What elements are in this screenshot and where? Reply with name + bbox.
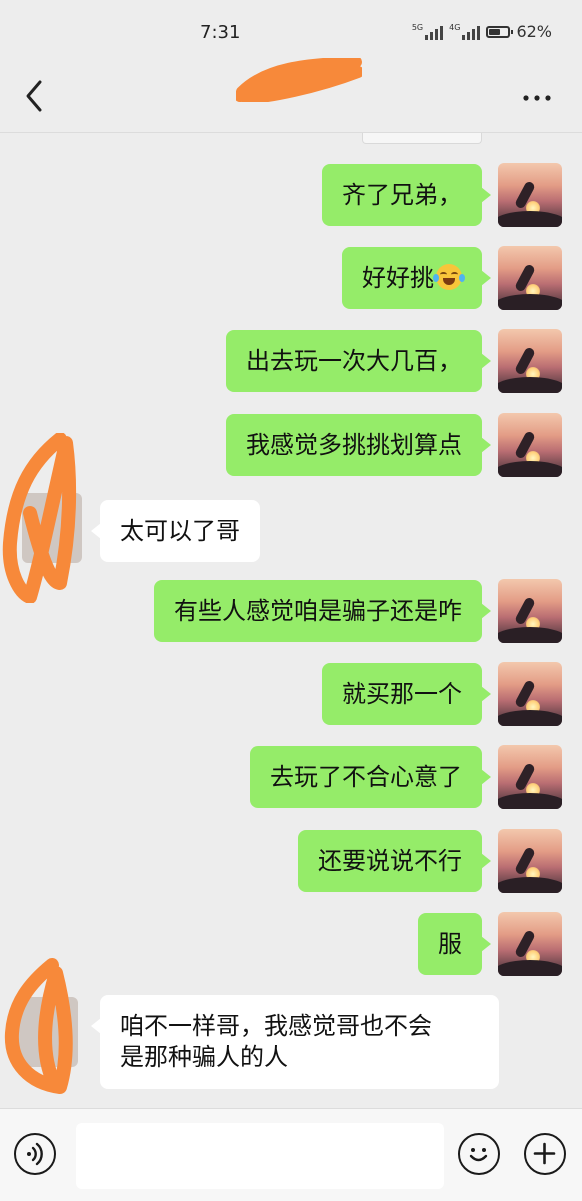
plus-icon — [533, 1142, 556, 1165]
my-avatar[interactable] — [498, 579, 562, 643]
message-text-line: 是那种骗人的人 — [120, 1043, 288, 1071]
message-row: 咱不一样哥，我感觉哥也不会 是那种骗人的人 — [0, 953, 582, 1108]
message-row: 还要说说不行 — [0, 829, 582, 895]
other-avatar-redacted[interactable] — [0, 433, 90, 603]
message-text: 好好挑 — [362, 264, 434, 292]
other-avatar-redacted[interactable] — [0, 953, 90, 1103]
other-message-bubble[interactable]: 咱不一样哥，我感觉哥也不会 是那种骗人的人 — [91, 995, 499, 1089]
message-text: 就买那一个 — [342, 680, 462, 708]
more-actions-button[interactable] — [524, 1133, 566, 1175]
my-avatar[interactable] — [498, 329, 562, 393]
message-text-line: 咱不一样哥，我感觉哥也不会 — [120, 1012, 432, 1040]
more-button[interactable] — [520, 86, 554, 110]
status-time: 7:31 — [200, 22, 241, 43]
message-text: 去玩了不合心意了 — [270, 763, 462, 791]
message-row: 去玩了不合心意了 — [0, 745, 582, 811]
message-row: 好好挑 — [0, 246, 582, 312]
message-row: 齐了兄弟， — [0, 163, 582, 229]
signal-5g-icon: 5G — [412, 23, 444, 40]
message-row: 出去玩一次大几百， — [0, 329, 582, 395]
other-message-bubble[interactable]: 太可以了哥 — [91, 500, 260, 562]
voice-icon — [27, 1142, 43, 1166]
emoji-button[interactable] — [458, 1133, 500, 1175]
message-input[interactable] — [76, 1123, 444, 1189]
signal-4g-icon: 4G — [449, 23, 481, 40]
my-avatar[interactable] — [498, 163, 562, 227]
message-text: 出去玩一次大几百， — [246, 347, 462, 375]
message-row: 就买那一个 — [0, 662, 582, 728]
message-row: 有些人感觉咱是骗子还是咋 — [0, 579, 582, 645]
input-bar — [0, 1108, 582, 1201]
battery-percent: 62% — [516, 22, 552, 41]
status-indicators: 5G 4G 62% — [412, 22, 552, 41]
message-text: 有些人感觉咱是骗子还是咋 — [174, 597, 462, 625]
my-avatar[interactable] — [498, 745, 562, 809]
previous-message-fragment — [362, 133, 482, 144]
message-text: 太可以了哥 — [120, 517, 240, 545]
more-dots-icon — [523, 95, 551, 101]
back-button[interactable] — [18, 76, 54, 116]
chevron-left-icon — [26, 80, 42, 112]
battery-icon — [486, 25, 514, 38]
smiley-icon — [469, 1148, 488, 1162]
my-avatar[interactable] — [498, 829, 562, 893]
my-message-bubble[interactable]: 有些人感觉咱是骗子还是咋 — [154, 580, 491, 642]
my-message-bubble[interactable]: 好好挑 — [342, 247, 491, 309]
laughing-tears-emoji-icon — [433, 264, 465, 290]
redaction-scribble — [236, 58, 362, 102]
my-message-bubble[interactable]: 去玩了不合心意了 — [250, 746, 491, 808]
my-message-bubble[interactable]: 出去玩一次大几百， — [226, 330, 491, 392]
message-text: 齐了兄弟， — [342, 181, 462, 209]
voice-button[interactable] — [14, 1133, 56, 1175]
my-message-bubble[interactable]: 就买那一个 — [322, 663, 491, 725]
my-message-bubble[interactable]: 齐了兄弟， — [322, 164, 491, 226]
message-list[interactable]: 齐了兄弟， 好好挑 出去玩一次大几百， 我感觉多挑挑划算点 太可以了哥 有些人感… — [0, 133, 582, 1108]
my-avatar[interactable] — [498, 246, 562, 310]
message-text: 还要说说不行 — [318, 847, 462, 875]
my-avatar[interactable] — [498, 662, 562, 726]
my-message-bubble[interactable]: 还要说说不行 — [298, 830, 491, 892]
status-bar: 7:31 5G 4G 62% — [0, 0, 582, 62]
